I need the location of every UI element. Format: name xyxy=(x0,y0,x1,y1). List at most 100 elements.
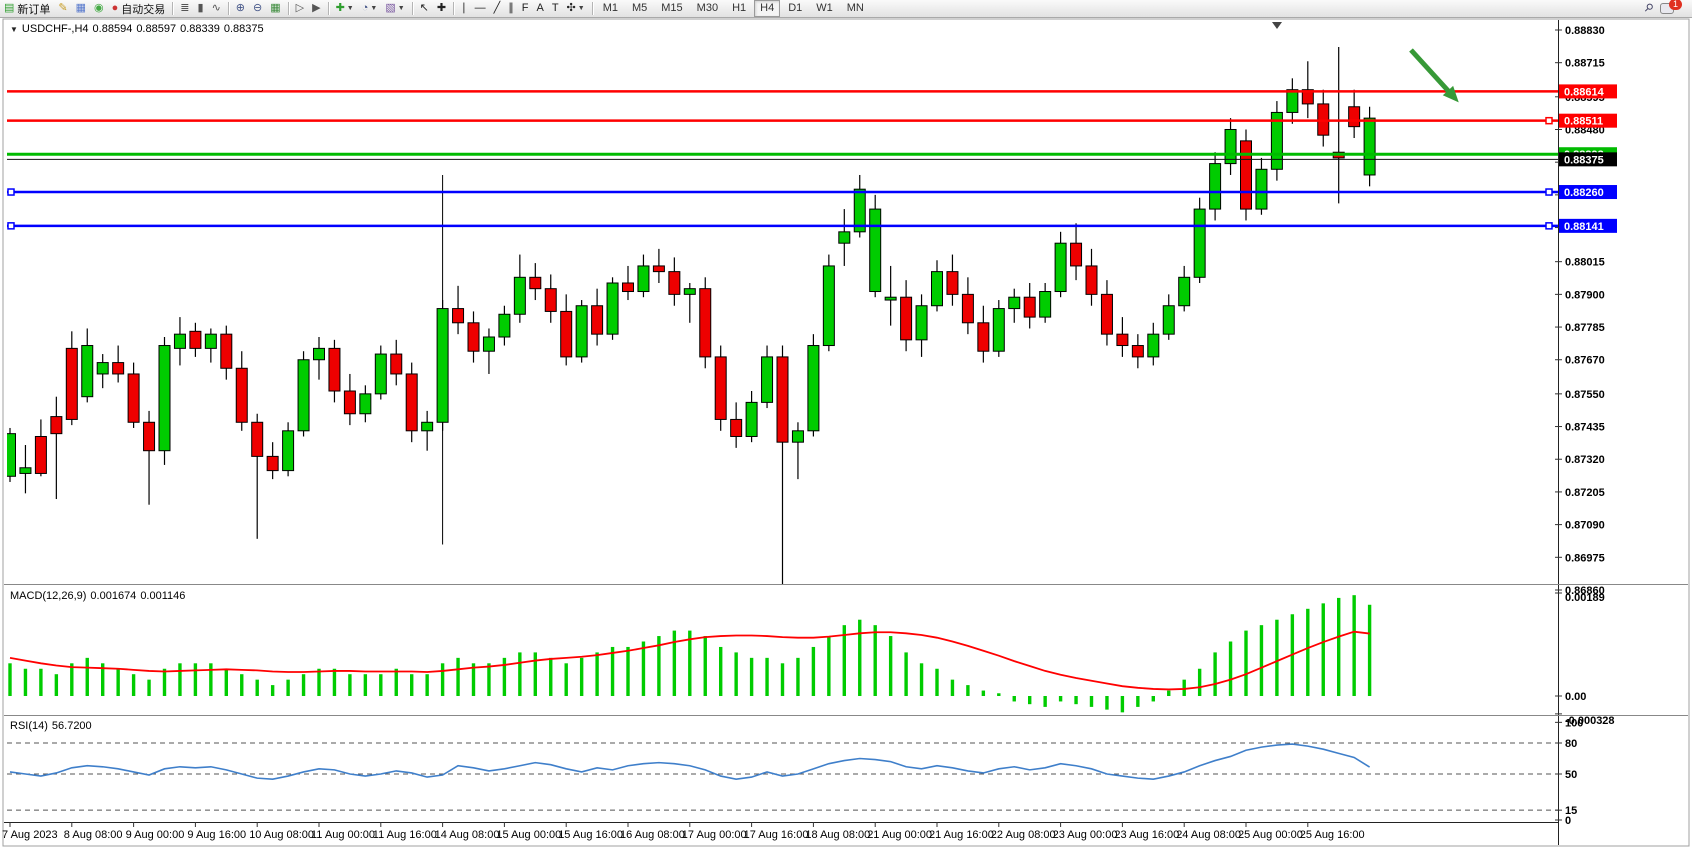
label-icon[interactable]: T xyxy=(549,1,562,16)
shift-end-icon[interactable]: ▶ xyxy=(309,1,323,16)
macd-histogram-bar xyxy=(194,663,197,696)
autotrading-icon: ● xyxy=(112,1,119,16)
time-tick-label: 22 Aug 08:00 xyxy=(991,829,1056,841)
candle-body xyxy=(174,334,185,348)
candle-body xyxy=(870,209,881,291)
timeframe-group: M1 M5 M15 M30 H1 H4 D1 W1 MN xyxy=(589,0,871,17)
level-price-label-text: 0.88614 xyxy=(1564,86,1605,98)
news-count-badge: 1 xyxy=(1669,0,1682,10)
candle-body xyxy=(545,289,556,312)
separator xyxy=(453,2,454,15)
text-icon[interactable]: A xyxy=(533,1,546,16)
horizontal-line-icon[interactable]: — xyxy=(472,1,489,16)
candle-body xyxy=(700,289,711,357)
zoom-in-icon: ⊕ xyxy=(236,1,245,16)
macd-signal-value: 0.001146 xyxy=(140,590,185,602)
autotrading-icon[interactable]: ●自动交易 xyxy=(109,1,169,16)
macd-histogram-bar xyxy=(935,669,938,696)
cursor-icon[interactable]: ↖ xyxy=(417,1,432,16)
tab-timeframe-m30[interactable]: M30 xyxy=(691,0,724,17)
search-icon[interactable]: ⚲ xyxy=(1641,1,1655,16)
tab-timeframe-m1[interactable]: M1 xyxy=(597,0,624,17)
candlestick-icon[interactable]: ▮ xyxy=(195,1,207,16)
time-tick-label: 11 Aug 00:00 xyxy=(311,829,375,841)
arrow-annotation[interactable] xyxy=(1411,50,1452,95)
candle-body xyxy=(20,468,31,474)
bid-price-label-text: 0.88375 xyxy=(1564,154,1604,166)
candles xyxy=(5,47,1376,587)
candle-body xyxy=(221,334,232,368)
time-tick-label: 7 Aug 2023 xyxy=(2,829,58,841)
trendline-icon[interactable]: ╱ xyxy=(491,1,504,16)
line-handle[interactable] xyxy=(1546,189,1552,195)
chevron-down-icon[interactable]: ▼ xyxy=(10,25,18,34)
candle-body xyxy=(592,306,603,334)
fibonacci-icon[interactable]: F xyxy=(519,1,532,16)
vertical-line-icon: ∣ xyxy=(461,1,467,16)
time-tick-label: 17 Aug 16:00 xyxy=(744,829,809,841)
shift-chart-icon: ▷ xyxy=(296,1,304,16)
chart-window-icon[interactable]: ▦ xyxy=(73,1,89,16)
line-handle[interactable] xyxy=(1546,118,1552,124)
highlighter-icon[interactable]: ✎ xyxy=(55,1,70,16)
level-price-label-text: 0.88141 xyxy=(1564,221,1604,233)
tab-timeframe-mn[interactable]: MN xyxy=(841,0,870,17)
indicators-icon[interactable]: ✚▼ xyxy=(333,1,357,16)
crosshair-icon[interactable]: ✚ xyxy=(434,1,449,16)
new-order-icon[interactable]: ▤新订单 xyxy=(1,1,53,16)
candle-body xyxy=(746,402,757,436)
candle-body xyxy=(731,419,742,436)
macd-histogram-bar xyxy=(765,658,768,696)
macd-histogram-bar xyxy=(796,658,799,696)
candle-body xyxy=(576,306,587,357)
macd-histogram-bar xyxy=(1229,642,1232,696)
toolbar: ▤新订单✎▦◉●自动交易≣▮∿⊕⊖▦▷▶✚▼◔▼▧▼↖✚∣—╱∥FAT✣▼ M1… xyxy=(0,0,1692,18)
line-handle[interactable] xyxy=(8,223,14,229)
tab-timeframe-h4[interactable]: H4 xyxy=(754,0,780,17)
channel-icon[interactable]: ∥ xyxy=(505,1,517,16)
time-tick-label: 9 Aug 16:00 xyxy=(187,829,246,841)
macd-histogram-bar xyxy=(147,680,150,696)
candle-body xyxy=(885,297,896,300)
macd-histogram-bar xyxy=(1183,680,1186,696)
chart-shift-marker[interactable] xyxy=(1272,22,1282,29)
candle-body xyxy=(267,456,278,470)
candle-body xyxy=(483,337,494,351)
periods-icon[interactable]: ◔▼ xyxy=(359,1,381,16)
macd-value: 0.001674 xyxy=(90,590,136,602)
tab-timeframe-d1[interactable]: D1 xyxy=(782,0,808,17)
zoom-in-icon[interactable]: ⊕ xyxy=(233,1,248,16)
line-handle[interactable] xyxy=(1546,223,1552,229)
macd-histogram-bar xyxy=(1260,625,1263,696)
macd-histogram-bar xyxy=(1105,696,1108,710)
bar-chart-icon[interactable]: ≣ xyxy=(177,1,192,16)
line-handle[interactable] xyxy=(8,189,14,195)
line-chart-icon: ∿ xyxy=(212,1,221,16)
ohlc-high: 0.88597 xyxy=(136,23,176,35)
tab-timeframe-w1[interactable]: W1 xyxy=(810,0,839,17)
candle-body xyxy=(360,394,371,414)
tab-timeframe-m15[interactable]: M15 xyxy=(655,0,688,17)
news-icon[interactable]: 1 xyxy=(1657,1,1685,16)
highlighter-icon: ✎ xyxy=(58,1,67,16)
sound-icon[interactable]: ◉ xyxy=(91,1,107,16)
vertical-line-icon[interactable]: ∣ xyxy=(458,1,470,16)
templates-icon[interactable]: ▧▼ xyxy=(382,1,407,16)
line-chart-icon[interactable]: ∿ xyxy=(209,1,224,16)
candle-body xyxy=(792,431,803,442)
macd-histogram-bar xyxy=(240,674,243,696)
tile-windows-icon[interactable]: ▦ xyxy=(267,1,283,16)
arrows-icon[interactable]: ✣▼ xyxy=(564,1,588,16)
tab-timeframe-h1[interactable]: H1 xyxy=(726,0,752,17)
macd-histogram-bar xyxy=(1074,696,1077,704)
candle-body xyxy=(1349,107,1360,127)
candle-body xyxy=(1256,169,1267,209)
zoom-out-icon[interactable]: ⊖ xyxy=(250,1,265,16)
macd-histogram-bar xyxy=(1322,603,1325,696)
macd-histogram-bar xyxy=(1043,696,1046,707)
horizontal-line-icon: — xyxy=(475,1,486,16)
shift-chart-icon[interactable]: ▷ xyxy=(293,1,307,16)
candle-body xyxy=(1241,141,1252,209)
tab-timeframe-m5[interactable]: M5 xyxy=(626,0,653,17)
candle-body xyxy=(514,277,525,314)
